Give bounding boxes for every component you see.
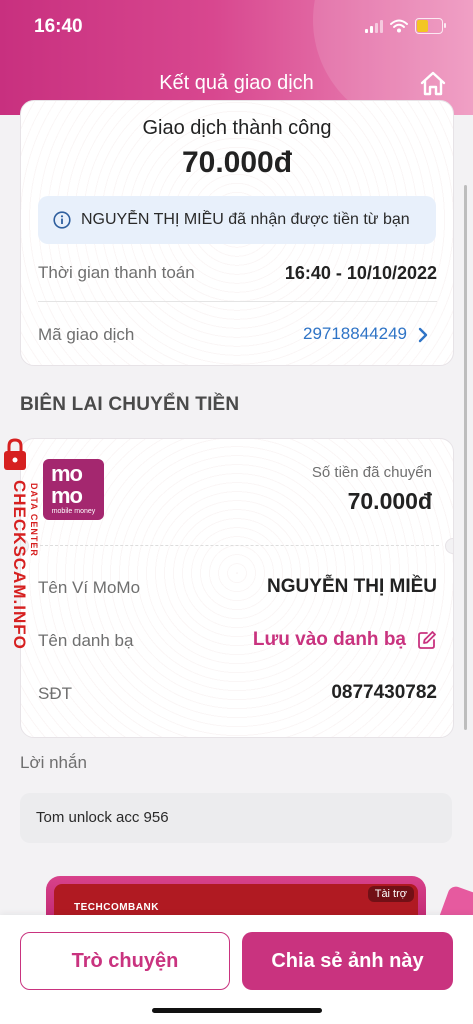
status-icons	[365, 18, 446, 34]
receipt-notch	[445, 538, 453, 554]
page-title: Kết quả giao dịch	[159, 72, 314, 94]
message-text: Tom unlock acc 956	[36, 809, 169, 826]
battery-icon	[415, 18, 446, 34]
cellular-signal-icon	[365, 19, 383, 33]
receipt-section-title: BIÊN LAI CHUYỂN TIỀN	[20, 394, 240, 415]
message-box: Tom unlock acc 956	[20, 793, 452, 843]
status-bar: 16:40	[0, 0, 473, 58]
watermark-subtext: DATA CENTER	[29, 483, 39, 557]
banner-brand: TECHCOMBANK	[74, 902, 159, 913]
chevron-right-icon[interactable]	[417, 327, 429, 343]
wallet-name-value: NGUYỄN THỊ MIỀU	[267, 576, 437, 597]
home-indicator	[152, 1008, 322, 1013]
sponsored-tag: Tài trợ	[367, 886, 414, 902]
message-label: Lời nhắn	[20, 753, 87, 772]
recipient-notice: NGUYỄN THỊ MIỀU đã nhận được tiền từ bạn	[38, 196, 436, 244]
transfer-receipt-card: mo mo mobile money Số tiền đã chuyển 70.…	[20, 438, 454, 738]
momo-logo: mo mo mobile money	[43, 459, 104, 520]
transaction-id-link[interactable]: 29718844249	[303, 324, 407, 344]
receipt-divider	[35, 545, 439, 546]
watermark: CHECKSCAM.INFO DATA CENTER	[3, 438, 45, 668]
wallet-name-label: Tên Ví MoMo	[38, 578, 141, 597]
phone-value: 0877430782	[331, 682, 437, 703]
transaction-amount: 70.000đ	[181, 146, 293, 179]
contact-name-label: Tên danh bạ	[38, 631, 134, 650]
transaction-result-card: Giao dịch thành công 70.000đ NGUYỄN THỊ …	[20, 100, 454, 366]
recipient-notice-text: NGUYỄN THỊ MIỀU đã nhận được tiền từ bạn	[81, 211, 410, 228]
share-image-button[interactable]: Chia sẻ ảnh này	[242, 932, 453, 990]
watermark-text: CHECKSCAM.INFO	[10, 480, 29, 650]
phone-label: SĐT	[38, 684, 72, 703]
transaction-id-label: Mã giao dịch	[38, 325, 135, 344]
scrollbar[interactable]	[464, 185, 467, 730]
chat-button[interactable]: Trò chuyện	[20, 932, 230, 990]
edit-icon[interactable]	[417, 630, 437, 650]
sent-amount-value: 70.000đ	[347, 488, 432, 514]
divider	[38, 301, 437, 302]
bottom-action-bar: Trò chuyện Chia sẻ ảnh này	[0, 915, 473, 1024]
payment-time-value: 16:40 - 10/10/2022	[284, 263, 437, 283]
sent-amount-label: Số tiền đã chuyển	[311, 464, 432, 481]
lock-icon	[4, 438, 26, 470]
info-icon	[53, 211, 71, 229]
save-to-contacts-link[interactable]: Lưu vào danh bạ	[253, 629, 406, 651]
payment-time-label: Thời gian thanh toán	[38, 263, 195, 282]
home-icon[interactable]	[419, 70, 447, 98]
wifi-icon	[390, 19, 408, 33]
transaction-status: Giao dịch thành công	[142, 117, 332, 139]
status-time: 16:40	[34, 16, 83, 37]
